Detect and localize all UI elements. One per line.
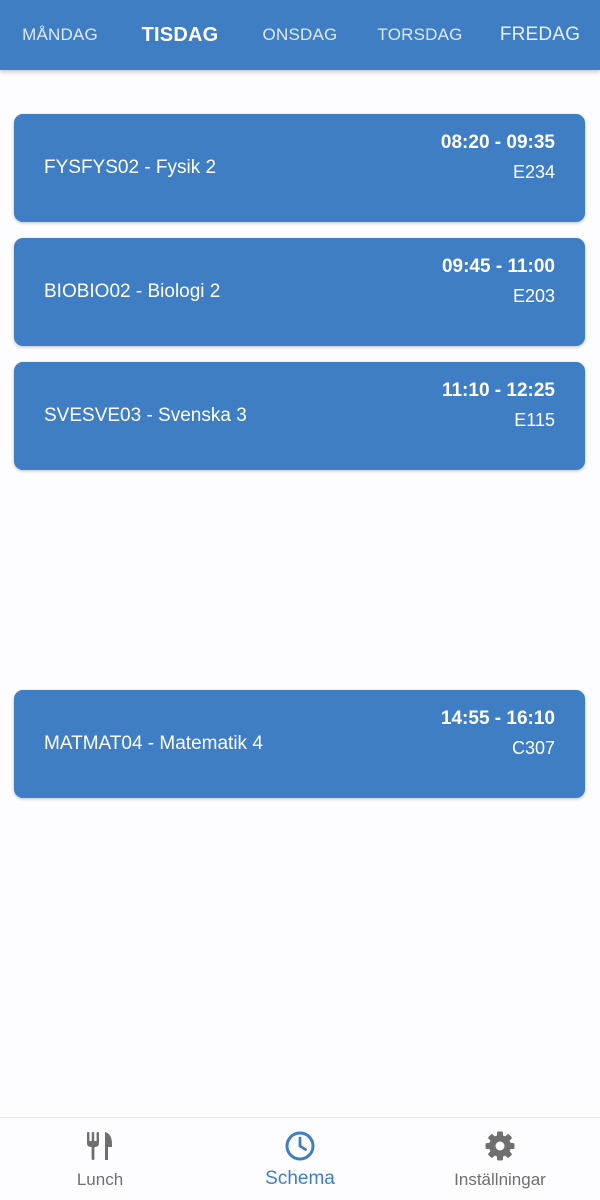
lesson-time: 09:45 - 11:00 [441,256,555,277]
nav-installningar[interactable]: Inställningar [400,1118,600,1200]
lesson-card[interactable]: MATMAT04 - Matematik 4 14:55 - 16:10 C30… [14,690,585,798]
lesson-room: E203 [512,286,555,306]
tab-tisdag[interactable]: TISDAG [120,0,240,70]
lesson-room: E234 [512,162,555,182]
nav-schema-label: Schema [265,1168,335,1189]
bottom-navigation: Lunch Schema Inställningar [0,1117,600,1200]
tab-mandag[interactable]: MÅNDAG [0,0,120,70]
lesson-course: BIOBIO02 - Biologi 2 [44,281,221,302]
lesson-course: MATMAT04 - Matematik 4 [44,733,263,754]
lesson-course: SVESVE03 - Svenska 3 [44,405,247,426]
nav-installningar-label: Inställningar [454,1170,546,1189]
tab-fredag[interactable]: FREDAG [480,0,600,70]
gear-icon [485,1131,515,1161]
lesson-room: C307 [511,738,555,758]
day-tab-bar: MÅNDAG TISDAG ONSDAG TORSDAG FREDAG [0,0,600,70]
nav-lunch[interactable]: Lunch [0,1118,200,1200]
lesson-room: E115 [514,410,555,430]
clock-icon [285,1131,315,1161]
fork-knife-icon [87,1132,112,1160]
schedule-screen: MÅNDAG TISDAG ONSDAG TORSDAG FREDAG FYSF… [0,0,600,1200]
lesson-card[interactable]: FYSFYS02 - Fysik 2 08:20 - 09:35 E234 [14,114,585,222]
tab-torsdag[interactable]: TORSDAG [360,0,480,70]
lesson-card[interactable]: SVESVE03 - Svenska 3 11:10 - 12:25 E115 [14,362,585,470]
lesson-course: FYSFYS02 - Fysik 2 [44,157,217,178]
lesson-time: 11:10 - 12:25 [441,380,555,401]
lesson-time: 14:55 - 16:10 [440,708,555,729]
lesson-time: 08:20 - 09:35 [440,132,555,153]
nav-lunch-label: Lunch [76,1170,124,1189]
nav-schema[interactable]: Schema [200,1118,400,1200]
tab-onsdag[interactable]: ONSDAG [240,0,360,70]
lesson-card[interactable]: BIOBIO02 - Biologi 2 09:45 - 11:00 E203 [14,238,585,346]
